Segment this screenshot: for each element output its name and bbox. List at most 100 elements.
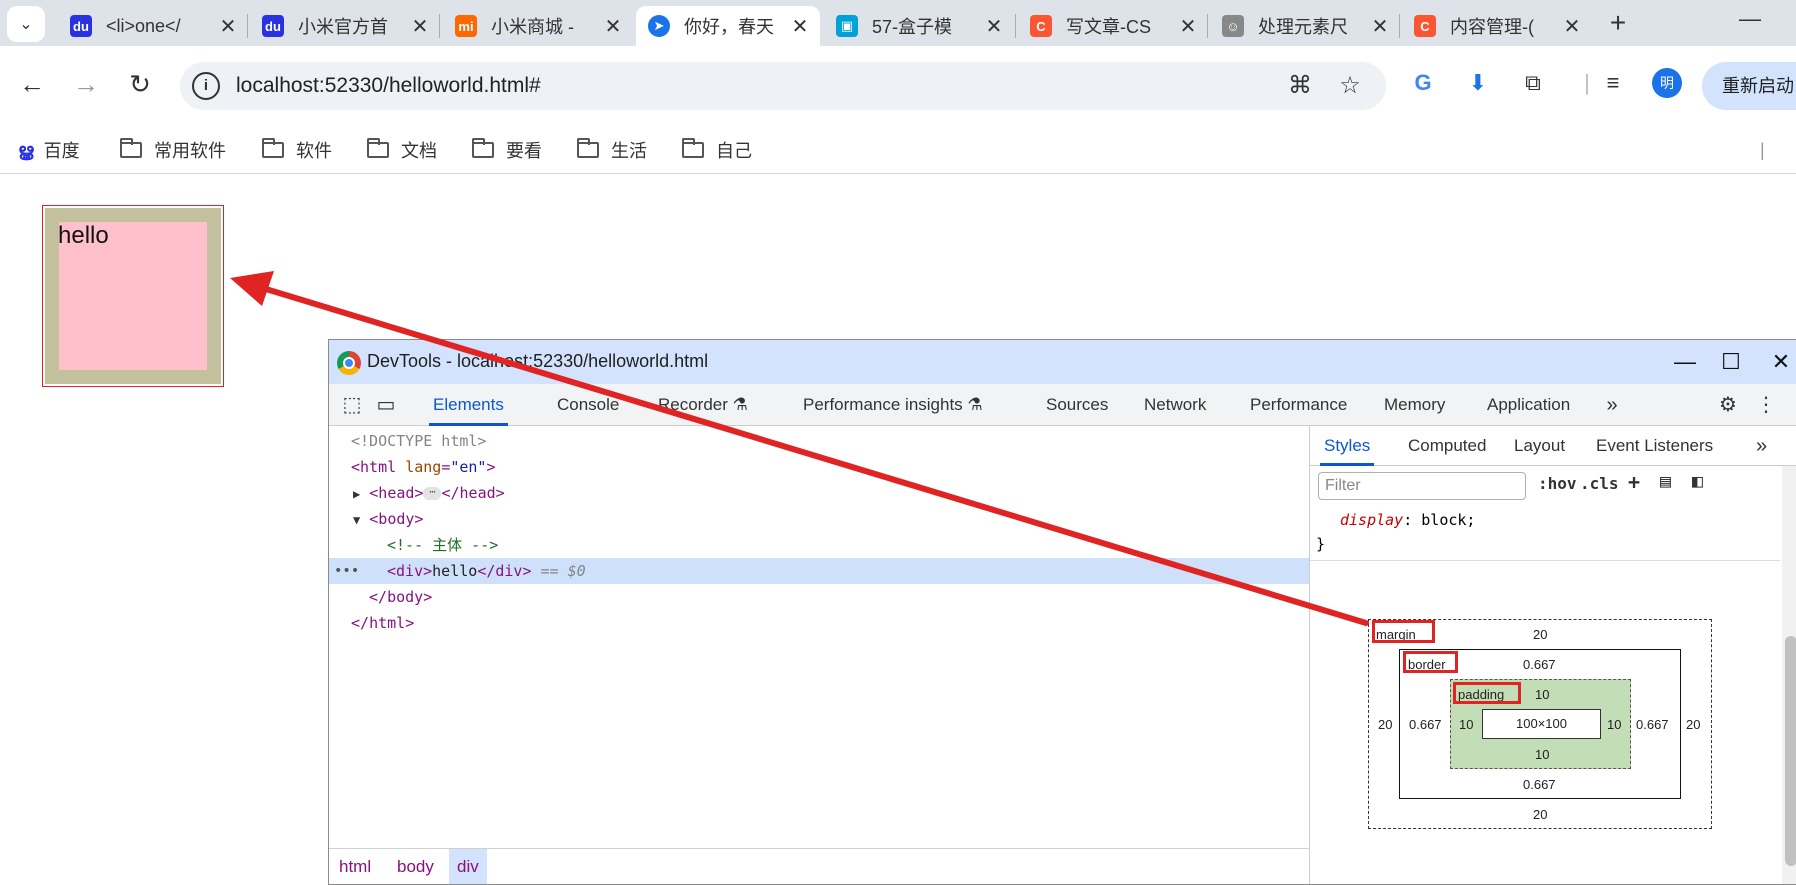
new-tab-button[interactable]: + [1600, 8, 1636, 40]
close-icon[interactable]: ✕ [410, 14, 430, 39]
close-icon[interactable]: ✕ [218, 14, 238, 39]
margin-right-value[interactable]: 20 [1686, 717, 1700, 732]
css-property[interactable]: display [1340, 511, 1403, 529]
margin-top-value[interactable]: 20 [1533, 627, 1547, 642]
scrollbar[interactable] [1782, 466, 1796, 884]
breadcrumb-body[interactable]: body [389, 849, 442, 884]
dom-line-doctype[interactable]: <!DOCTYPE html> [329, 428, 1309, 454]
bookmark-folder[interactable]: 自己 [682, 132, 752, 168]
breadcrumb-div[interactable]: div [449, 849, 487, 884]
download-icon[interactable]: ⬇ [1463, 68, 1493, 98]
breadcrumb-html[interactable]: html [331, 849, 379, 884]
browser-tab[interactable]: ☺ 处理元素尺 ✕ [1210, 6, 1400, 46]
extensions-icon[interactable]: ⧉ [1518, 68, 1548, 98]
browser-tab[interactable]: du <li>one</ ✕ [58, 6, 248, 46]
paint-brush-icon[interactable]: ▤ [1660, 471, 1671, 492]
maximize-button[interactable]: ☐ [1711, 346, 1751, 378]
tab-event-listeners[interactable]: Event Listeners [1592, 426, 1717, 466]
margin-bottom-value[interactable]: 20 [1533, 807, 1547, 822]
address-bar[interactable]: i localhost:52330/helloworld.html# ⌘ ☆ [180, 62, 1386, 110]
border-left-value[interactable]: 0.667 [1409, 717, 1442, 732]
minimize-window-button[interactable]: — [1735, 6, 1765, 36]
dom-line-comment[interactable]: <!-- 主体 --> [329, 532, 1309, 558]
tab-search-button[interactable]: ⌄ [7, 6, 45, 42]
dom-line-head[interactable]: ▶ <head> ⋯ </head> [329, 480, 1309, 506]
padding-left-value[interactable]: 10 [1459, 717, 1473, 732]
browser-tab[interactable]: mi 小米商城 - ✕ [443, 6, 633, 46]
tab-sources[interactable]: Sources [1042, 384, 1112, 426]
border-bottom-value[interactable]: 0.667 [1523, 777, 1556, 792]
dom-line-body[interactable]: ▼ <body> [329, 506, 1309, 532]
media-control-icon[interactable]: ≡ [1598, 68, 1628, 98]
browser-tab[interactable]: C 内容管理-( ✕ [1402, 6, 1592, 46]
browser-tab[interactable]: C 写文章-CS ✕ [1018, 6, 1208, 46]
close-icon[interactable]: ✕ [984, 14, 1004, 39]
tab-console[interactable]: Console [553, 384, 623, 426]
hov-toggle[interactable]: :hov [1538, 474, 1577, 493]
dom-line-div-selected[interactable]: ••• <div>hello</div> == $0 [329, 558, 1309, 584]
dom-line-body-close[interactable]: </body> [329, 584, 1309, 610]
reload-button[interactable]: ↻ [124, 64, 156, 104]
ellipsis-icon[interactable]: ⋯ [423, 487, 442, 500]
more-dots-icon[interactable]: ••• [334, 558, 359, 584]
close-icon[interactable]: ✕ [1562, 14, 1582, 39]
tab-memory[interactable]: Memory [1380, 384, 1449, 426]
star-icon[interactable]: ☆ [1336, 72, 1364, 100]
restart-button[interactable]: 重新启动 [1702, 62, 1796, 110]
more-sidebar-tabs-icon[interactable]: » [1752, 426, 1771, 466]
more-tabs-icon[interactable]: » [1599, 393, 1625, 417]
border-right-value[interactable]: 0.667 [1636, 717, 1669, 732]
browser-tab[interactable]: du 小米官方首 ✕ [250, 6, 440, 46]
tab-computed[interactable]: Computed [1404, 426, 1490, 466]
tab-performance[interactable]: Performance [1246, 384, 1351, 426]
bookmark-folder[interactable]: 软件 [262, 132, 332, 168]
tab-application[interactable]: Application [1483, 384, 1574, 426]
bookmark-folder[interactable]: 文档 [367, 132, 437, 168]
tab-elements[interactable]: Elements [429, 384, 508, 426]
url-text[interactable]: localhost:52330/helloworld.html# [236, 74, 541, 98]
toggle-sidebar-icon[interactable]: ◧ [1692, 471, 1703, 492]
browser-tab-active[interactable]: ➤ 你好，春天 ✕ [636, 6, 820, 46]
profile-avatar[interactable]: 明 [1652, 68, 1682, 98]
scrollbar-thumb[interactable] [1785, 636, 1796, 866]
bookmark-folder[interactable]: 要看 [472, 132, 542, 168]
dom-line-html-close[interactable]: </html> [329, 610, 1309, 636]
bookmark-folder[interactable]: 生活 [577, 132, 647, 168]
settings-icon[interactable]: ⚙ [1715, 393, 1741, 417]
close-icon[interactable]: ✕ [603, 14, 623, 39]
styles-filter-input[interactable]: Filter [1318, 472, 1526, 500]
browser-tab[interactable]: ▣ 57-盒子模 ✕ [824, 6, 1014, 46]
padding-right-value[interactable]: 10 [1607, 717, 1621, 732]
margin-left-value[interactable]: 20 [1378, 717, 1392, 732]
forward-button[interactable]: → [70, 64, 102, 104]
tab-recorder[interactable]: Recorder ⚗ [654, 384, 752, 426]
dom-line-html[interactable]: <html lang="en"> [329, 454, 1309, 480]
back-button[interactable]: ← [16, 64, 48, 104]
bookmark-folder[interactable]: 常用软件 [120, 132, 226, 168]
border-top-value[interactable]: 0.667 [1523, 657, 1556, 672]
tab-network[interactable]: Network [1140, 384, 1210, 426]
padding-top-value[interactable]: 10 [1535, 687, 1549, 702]
tab-layout[interactable]: Layout [1510, 426, 1569, 466]
css-value[interactable]: block; [1421, 511, 1475, 529]
inspect-element-icon[interactable]: ⬚ [339, 393, 365, 417]
close-icon[interactable]: ✕ [1178, 14, 1198, 39]
bookmark-item[interactable]: ൠ 百度 [18, 132, 80, 168]
close-icon[interactable]: ✕ [1370, 14, 1390, 39]
expand-triangle-icon[interactable]: ▶ [353, 487, 360, 501]
close-button[interactable]: ✕ [1761, 346, 1796, 378]
translate-icon[interactable]: ⌘ [1286, 72, 1314, 100]
tab-performance-insights[interactable]: Performance insights ⚗ [799, 384, 987, 426]
google-translate-icon[interactable]: G [1408, 68, 1438, 98]
minimize-button[interactable]: — [1665, 346, 1705, 378]
collapse-triangle-icon[interactable]: ▼ [353, 513, 360, 527]
box-model-content[interactable]: 100×100 [1482, 709, 1601, 739]
new-rule-icon[interactable]: + [1628, 470, 1640, 494]
tab-styles[interactable]: Styles [1320, 426, 1375, 466]
close-icon[interactable]: ✕ [790, 14, 810, 39]
more-options-icon[interactable]: ⋮ [1753, 393, 1779, 417]
cls-toggle[interactable]: .cls [1580, 474, 1619, 493]
info-icon[interactable]: i [192, 72, 220, 100]
padding-bottom-value[interactable]: 10 [1535, 747, 1549, 762]
device-toolbar-icon[interactable]: ▭ [373, 393, 399, 417]
